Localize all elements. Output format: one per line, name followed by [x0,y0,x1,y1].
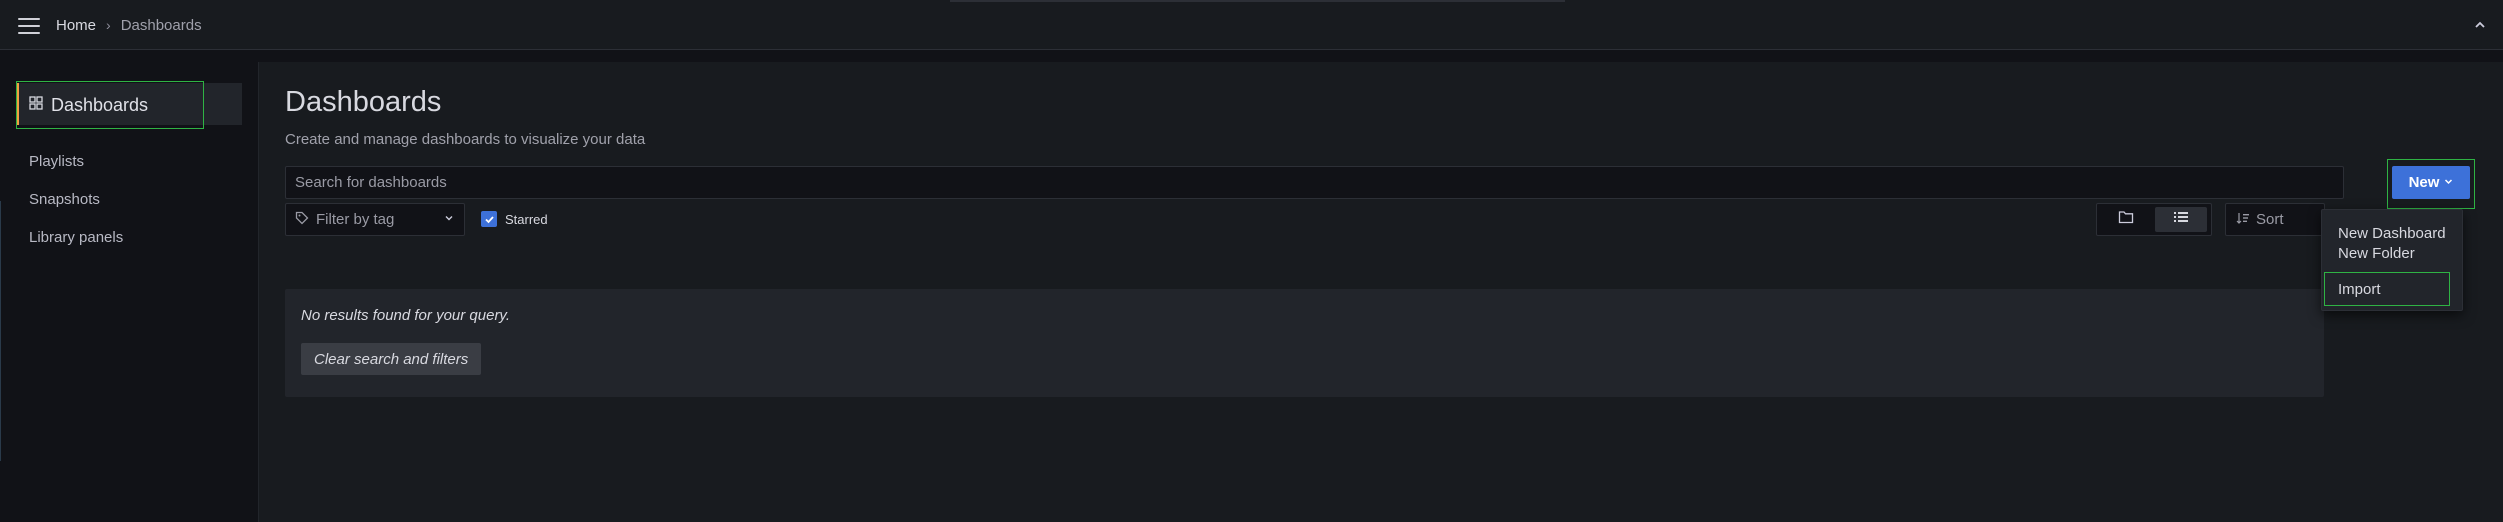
sidebar-item-snapshots[interactable]: Snapshots [29,191,100,208]
breadcrumb: Home › Dashboards [56,0,202,50]
chevron-down-icon [444,213,454,226]
new-dropdown-menu: New Dashboard New Folder Import [2321,209,2463,311]
breadcrumb-separator: › [106,17,111,33]
menu-item-new-dashboard[interactable]: New Dashboard [2338,225,2446,242]
chevron-down-icon [2444,177,2453,189]
breadcrumb-home[interactable]: Home [56,17,96,34]
check-icon [481,211,497,227]
sidebar-item-playlists[interactable]: Playlists [29,153,84,170]
menu-icon[interactable] [18,18,40,34]
apps-icon [29,95,43,115]
search-input[interactable] [285,166,2344,199]
sort-placeholder: Sort [2256,211,2284,228]
tag-icon [295,211,309,229]
starred-label: Starred [505,211,548,227]
starred-checkbox[interactable]: Starred [481,211,548,227]
tag-filter-select[interactable]: Filter by tag [285,203,465,236]
sidebar-section-dashboards[interactable]: Dashboards [16,81,204,129]
menu-item-new-folder[interactable]: New Folder [2338,245,2415,262]
results-panel: No results found for your query. Clear s… [285,289,2344,397]
list-icon [2173,210,2189,229]
chevron-up-icon[interactable] [2471,16,2489,34]
top-bar: Home › Dashboards [0,0,2503,50]
sidebar-section: Dashboards [16,81,242,129]
sort-icon [2236,211,2250,229]
breadcrumb-current: Dashboards [120,16,202,34]
sidebar-section-title: Dashboards [51,94,149,115]
folder-icon [2118,210,2134,229]
sidebar-item-library-panels[interactable]: Library panels [29,229,123,246]
tag-filter-placeholder: Filter by tag [316,211,395,228]
list-view-button[interactable] [2155,207,2207,232]
empty-message: No results found for your query. [301,307,510,324]
folder-view-button[interactable] [2100,207,2152,232]
clear-filters-button[interactable]: Clear search and filters [301,343,482,375]
page-subtitle: Create and manage dashboards to visualiz… [285,131,646,148]
new-button-label: New [2408,174,2440,191]
new-button[interactable]: New [2392,166,2470,199]
menu-item-import[interactable]: Import [2324,272,2450,306]
sidebar-edge [0,201,2,461]
topbar-divider [950,0,1565,2]
page-title: Dashboards [285,86,442,118]
main-panel: Dashboards Create and manage dashboards … [258,62,2503,522]
view-toggle [2096,203,2212,236]
sort-select[interactable]: Sort [2225,203,2325,236]
sidebar: Dashboards Playlists Snapshots Library p… [0,51,258,522]
